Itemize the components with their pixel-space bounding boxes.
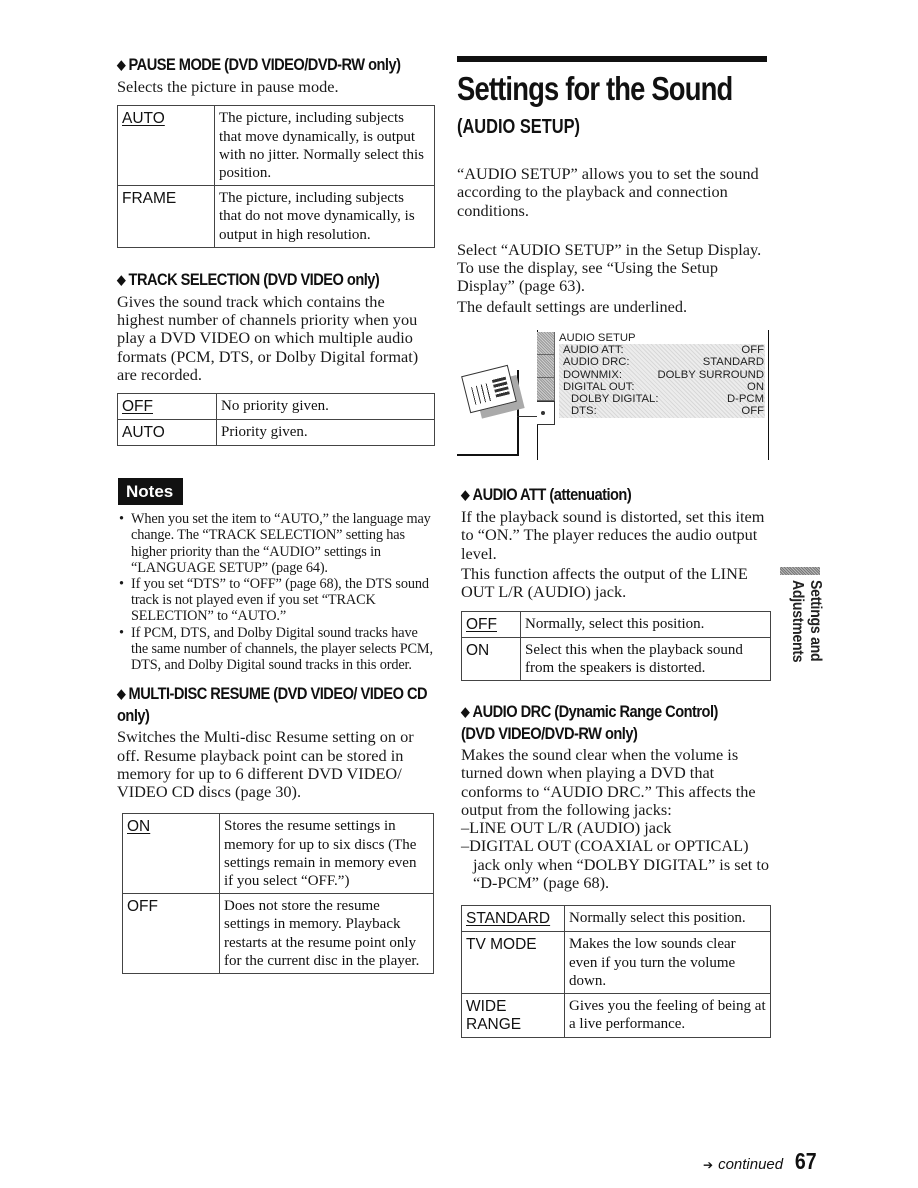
option-key: OFF (461, 610, 521, 638)
page-subtitle: (AUDIO SETUP) (457, 116, 580, 138)
option-key: OFF (117, 393, 217, 421)
pause-mode-section: ◆ PAUSE MODE (DVD VIDEO/DVD-RW only) Sele… (117, 54, 435, 248)
section-heading: ◆ AUDIO DRC (Dynamic Range Control) (461, 701, 718, 721)
section-description: Selects the picture in pause mode. (117, 77, 339, 96)
menu-row[interactable]: DTS: OFF (563, 405, 764, 417)
jack-bullet: –LINE OUT L/R (AUDIO) jack (461, 818, 672, 838)
section-heading-sub: (DVD VIDEO/DVD-RW only) (461, 723, 638, 743)
right-column: Settings for the Sound (AUDIO SETUP) “AU… (457, 56, 777, 1038)
section-heading: ◆ TRACK SELECTION (DVD VIDEO only) (117, 269, 380, 289)
note-item: If PCM, DTS, and Dolby Digital sound tra… (117, 625, 435, 674)
page-number: 67 (795, 1148, 817, 1174)
intro-paragraph: Select “AUDIO SETUP” in the Setup Displa… (457, 239, 762, 296)
option-description: Gives you the feeling of being at a live… (564, 992, 771, 1038)
option-key: ON (461, 636, 521, 681)
audio-setup-menu: AUDIO SETUP AUDIO ATT: OFF AUDIO DRC: STAN… (557, 332, 765, 418)
intro-paragraph: The default settings are underlined. (457, 296, 688, 316)
options-table: OFF No priority given. AUTO Priority giv… (117, 393, 435, 447)
option-key: FRAME (117, 185, 215, 248)
page-footer: ➔ continued 67 (703, 1148, 819, 1175)
section-description: Makes the sound clear when the volume is… (461, 744, 756, 819)
track-selection-section: ◆ TRACK SELECTION (DVD VIDEO only) Gives … (117, 269, 435, 447)
option-key: ON (122, 813, 220, 895)
diamond-bullet-icon: ◆ (117, 686, 126, 702)
table-row: ON Select this when the playback sound f… (461, 636, 771, 681)
setup-tab[interactable] (537, 355, 555, 379)
table-row: OFF Does not store the resume settings i… (122, 893, 434, 975)
setup-tabs (537, 332, 555, 428)
option-key: AUTO (117, 419, 217, 447)
option-key: STANDARD (461, 905, 565, 933)
option-description: The picture, including subjects that do … (214, 185, 435, 248)
option-description: Makes the low sounds clear even if you t… (564, 931, 771, 994)
option-key: AUTO (117, 105, 215, 187)
page-title: Settings for the Sound (457, 70, 733, 107)
intro-paragraph: “AUDIO SETUP” allows you to set the soun… (457, 164, 759, 220)
notes-section: Notes When you set the item to “AUTO,” t… (117, 478, 435, 673)
option-description: No priority given. (216, 393, 435, 421)
option-description: The picture, including subjects that mov… (214, 105, 435, 187)
table-row: WIDE RANGE Gives you the feeling of bein… (461, 992, 771, 1038)
side-tab-label: Settings and Adjustments (789, 580, 824, 663)
setup-tab[interactable] (537, 332, 555, 356)
menu-title: AUDIO SETUP (559, 332, 636, 345)
table-row: OFF Normally, select this position. (461, 610, 771, 638)
notes-badge: Notes (118, 478, 184, 506)
options-table: AUTO The picture, including subjects tha… (117, 105, 435, 248)
table-row: AUTO Priority given. (117, 419, 435, 447)
arrow-right-icon: ➔ (703, 1158, 714, 1172)
left-column: ◆ PAUSE MODE (DVD VIDEO/DVD-RW only) Sele… (117, 54, 435, 975)
section-description: Gives the sound track which contains the… (117, 291, 419, 384)
options-table: OFF Normally, select this position. ON S… (461, 610, 771, 681)
setup-display-figure: AUDIO SETUP AUDIO ATT: OFF AUDIO DRC: STAN… (457, 330, 769, 462)
menu-row[interactable]: DOLBY DIGITAL: D-PCM (563, 393, 764, 405)
multi-disc-resume-section: ◆ MULTI-DISC RESUME (DVD VIDEO/ VIDEO CD … (117, 683, 435, 975)
setup-tab-audio-selected[interactable] (537, 401, 555, 426)
side-tab-marker (780, 567, 820, 575)
diamond-bullet-icon: ◆ (117, 271, 126, 287)
setup-tab[interactable] (537, 378, 555, 402)
title-rule (457, 56, 767, 62)
section-description: This function affects the output of the … (461, 563, 748, 602)
chapter-side-tab: Settings and Adjustments (780, 567, 824, 662)
audio-drc-section: ◆ AUDIO DRC (Dynamic Range Control) (DVD … (461, 701, 777, 1038)
table-row: OFF No priority given. (117, 393, 435, 421)
diamond-bullet-icon: ◆ (117, 57, 126, 72)
option-key: WIDE RANGE (461, 992, 565, 1038)
table-row: FRAME The picture, including subjects th… (117, 185, 435, 248)
diamond-bullet-icon: ◆ (461, 703, 470, 719)
options-table: ON Stores the resume settings in memory … (122, 813, 434, 975)
diamond-bullet-icon: ◆ (461, 487, 470, 503)
option-description: Does not store the resume settings in me… (219, 893, 434, 975)
section-description: Switches the Multi-disc Resume setting o… (117, 727, 414, 802)
section-heading: ◆ AUDIO ATT (attenuation) (461, 485, 632, 505)
table-row: STANDARD Normally select this position. (461, 905, 771, 933)
note-item: When you set the item to “AUTO,” the lan… (117, 511, 435, 576)
option-description: Normally, select this position. (520, 610, 771, 638)
option-description: Normally select this position. (564, 905, 771, 933)
section-heading: ◆ MULTI-DISC RESUME (DVD VIDEO/ VIDEO CD … (117, 684, 428, 726)
menu-row[interactable]: DIGITAL OUT: ON (563, 381, 764, 393)
menu-row[interactable]: DOWNMIX: DOLBY SURROUND (563, 369, 764, 381)
table-row: AUTO The picture, including subjects tha… (117, 105, 435, 187)
table-row: ON Stores the resume settings in memory … (122, 813, 434, 895)
option-description: Priority given. (216, 419, 435, 447)
jack-bullet: –DIGITAL OUT (COAXIAL or OPTICAL) jack o… (461, 836, 770, 893)
note-item: If you set “DTS” to “OFF” (page 68), the… (117, 576, 435, 625)
continued-label: continued (718, 1156, 784, 1173)
option-description: Select this when the playback sound from… (520, 636, 771, 681)
menu-row[interactable]: AUDIO DRC: STANDARD (563, 356, 764, 368)
option-key: TV MODE (461, 931, 565, 994)
options-table: STANDARD Normally select this position. … (461, 905, 771, 1038)
notes-list: When you set the item to “AUTO,” the lan… (117, 511, 435, 673)
table-row: TV MODE Makes the low sounds clear even … (461, 931, 771, 994)
option-key: OFF (122, 893, 220, 975)
menu-row[interactable]: AUDIO ATT: OFF (563, 344, 764, 356)
audio-att-section: ◆ AUDIO ATT (attenuation) If the playback… (461, 484, 777, 681)
section-description: If the playback sound is distorted, set … (461, 507, 765, 563)
section-heading: ◆ PAUSE MODE (DVD VIDEO/DVD-RW only) (117, 55, 401, 74)
option-description: Stores the resume settings in memory for… (219, 813, 434, 895)
